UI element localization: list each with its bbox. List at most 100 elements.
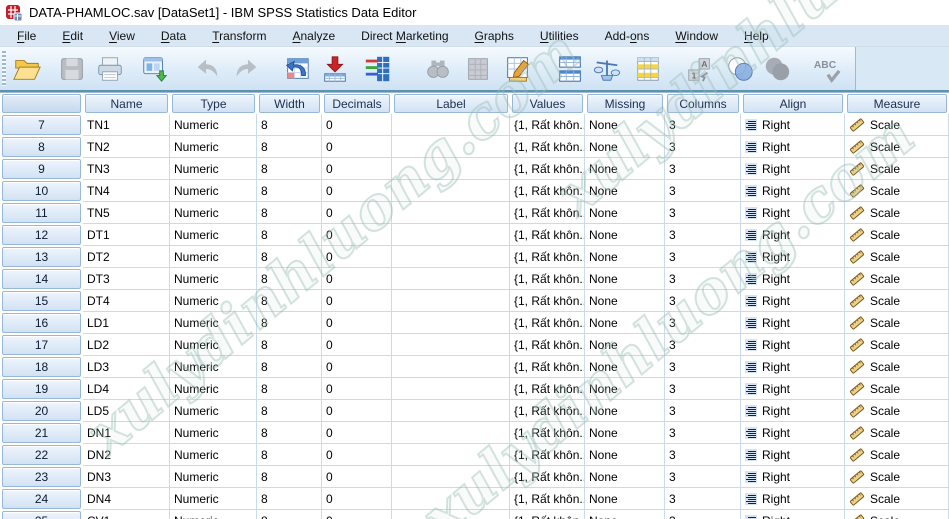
column-header-measure[interactable]: Measure (845, 93, 949, 114)
name-cell[interactable]: LD3 (83, 356, 170, 378)
values-cell[interactable]: {1, Rất khôn... (510, 356, 585, 378)
row-number-cell[interactable]: 18 (0, 356, 83, 378)
align-cell[interactable]: Right (741, 400, 845, 422)
decimals-cell[interactable]: 0 (322, 158, 392, 180)
width-cell[interactable]: 8 (257, 180, 322, 202)
decimals-cell[interactable]: 0 (322, 202, 392, 224)
row-number-cell[interactable]: 23 (0, 466, 83, 488)
columns-cell[interactable]: 3 (665, 158, 741, 180)
width-cell[interactable]: 8 (257, 510, 322, 519)
name-cell[interactable]: DT1 (83, 224, 170, 246)
align-cell[interactable]: Right (741, 290, 845, 312)
row-number-cell[interactable]: 15 (0, 290, 83, 312)
values-cell[interactable]: {1, Rất khôn... (510, 224, 585, 246)
measure-cell[interactable]: Scale (845, 114, 949, 136)
type-cell[interactable]: Numeric (170, 158, 257, 180)
type-cell[interactable]: Numeric (170, 334, 257, 356)
redo-button[interactable] (230, 53, 264, 87)
align-cell[interactable]: Right (741, 334, 845, 356)
type-cell[interactable]: Numeric (170, 136, 257, 158)
decimals-cell[interactable]: 0 (322, 224, 392, 246)
measure-cell[interactable]: Scale (845, 246, 949, 268)
columns-cell[interactable]: 3 (665, 510, 741, 519)
measure-cell[interactable]: Scale (845, 136, 949, 158)
columns-cell[interactable]: 3 (665, 356, 741, 378)
row-number-cell[interactable]: 13 (0, 246, 83, 268)
width-cell[interactable]: 8 (257, 114, 322, 136)
decimals-cell[interactable]: 0 (322, 444, 392, 466)
row-number-cell[interactable]: 16 (0, 312, 83, 334)
width-cell[interactable]: 8 (257, 422, 322, 444)
columns-cell[interactable]: 3 (665, 224, 741, 246)
measure-cell[interactable]: Scale (845, 488, 949, 510)
align-cell[interactable]: Right (741, 224, 845, 246)
label-cell[interactable] (392, 290, 510, 312)
values-cell[interactable]: {1, Rất khôn... (510, 246, 585, 268)
label-cell[interactable] (392, 246, 510, 268)
type-cell[interactable]: Numeric (170, 510, 257, 519)
values-cell[interactable]: {1, Rất khôn... (510, 180, 585, 202)
label-cell[interactable] (392, 510, 510, 519)
measure-cell[interactable]: Scale (845, 400, 949, 422)
measure-cell[interactable]: Scale (845, 312, 949, 334)
columns-cell[interactable]: 3 (665, 378, 741, 400)
columns-cell[interactable]: 3 (665, 400, 741, 422)
menu-analyze[interactable]: Analyze (279, 27, 348, 45)
menu-graphs[interactable]: Graphs (462, 27, 527, 45)
values-cell[interactable]: {1, Rất khôn... (510, 114, 585, 136)
type-cell[interactable]: Numeric (170, 488, 257, 510)
label-cell[interactable] (392, 466, 510, 488)
column-header-align[interactable]: Align (741, 93, 845, 114)
type-cell[interactable]: Numeric (170, 312, 257, 334)
measure-cell[interactable]: Scale (845, 422, 949, 444)
menu-window[interactable]: Window (662, 27, 731, 45)
type-cell[interactable]: Numeric (170, 268, 257, 290)
columns-cell[interactable]: 3 (665, 422, 741, 444)
measure-cell[interactable]: Scale (845, 268, 949, 290)
missing-cell[interactable]: None (585, 224, 665, 246)
values-cell[interactable]: {1, Rất khôn... (510, 400, 585, 422)
goto-case-button[interactable] (280, 53, 314, 87)
label-cell[interactable] (392, 158, 510, 180)
align-cell[interactable]: Right (741, 246, 845, 268)
measure-cell[interactable]: Scale (845, 356, 949, 378)
menu-transform[interactable]: Transform (199, 27, 279, 45)
missing-cell[interactable]: None (585, 290, 665, 312)
recall-dialogs-button[interactable] (138, 53, 172, 87)
missing-cell[interactable]: None (585, 114, 665, 136)
align-cell[interactable]: Right (741, 114, 845, 136)
column-header-values[interactable]: Values (510, 93, 585, 114)
missing-cell[interactable]: None (585, 268, 665, 290)
column-header-missing[interactable]: Missing (585, 93, 665, 114)
columns-cell[interactable]: 3 (665, 114, 741, 136)
name-cell[interactable]: DN3 (83, 466, 170, 488)
menu-help[interactable]: Help (731, 27, 782, 45)
label-cell[interactable] (392, 400, 510, 422)
column-header-name[interactable]: Name (83, 93, 170, 114)
column-header-type[interactable]: Type (170, 93, 257, 114)
row-number-cell[interactable]: 22 (0, 444, 83, 466)
align-cell[interactable]: Right (741, 158, 845, 180)
columns-cell[interactable]: 3 (665, 136, 741, 158)
decimals-cell[interactable]: 0 (322, 334, 392, 356)
width-cell[interactable]: 8 (257, 158, 322, 180)
label-cell[interactable] (392, 268, 510, 290)
decimals-cell[interactable]: 0 (322, 422, 392, 444)
width-cell[interactable]: 8 (257, 378, 322, 400)
label-cell[interactable] (392, 444, 510, 466)
columns-cell[interactable]: 3 (665, 268, 741, 290)
variables-button[interactable] (361, 53, 395, 87)
decimals-cell[interactable]: 0 (322, 290, 392, 312)
decimals-cell[interactable]: 0 (322, 378, 392, 400)
width-cell[interactable]: 8 (257, 268, 322, 290)
missing-cell[interactable]: None (585, 136, 665, 158)
width-cell[interactable]: 8 (257, 356, 322, 378)
values-cell[interactable]: {1, Rất khôn... (510, 290, 585, 312)
type-cell[interactable]: Numeric (170, 444, 257, 466)
width-cell[interactable]: 8 (257, 400, 322, 422)
columns-cell[interactable]: 3 (665, 466, 741, 488)
weight-cases-button[interactable] (590, 53, 624, 87)
decimals-cell[interactable]: 0 (322, 246, 392, 268)
columns-cell[interactable]: 3 (665, 312, 741, 334)
print-button[interactable] (93, 53, 127, 87)
